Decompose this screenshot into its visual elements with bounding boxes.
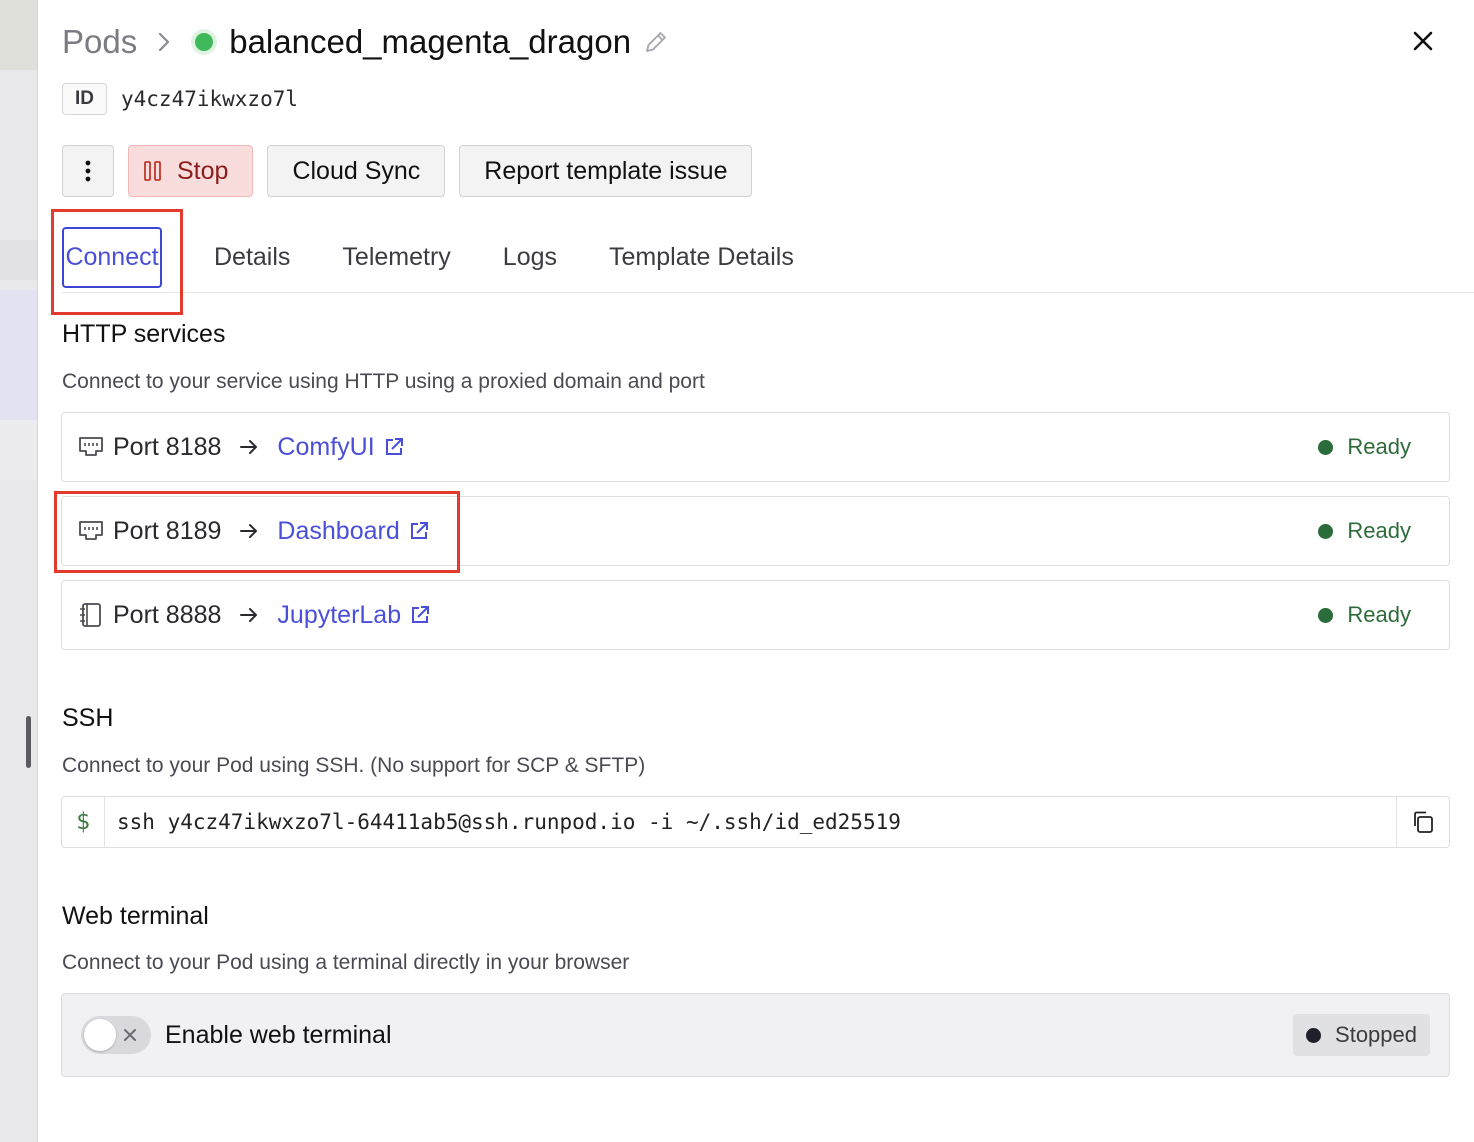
service-port: Port 8189 xyxy=(113,516,222,545)
pencil-icon[interactable] xyxy=(643,29,669,55)
http-service-row: Port 8189 Dashboard Ready xyxy=(61,496,1450,566)
external-link-icon xyxy=(410,522,428,539)
stop-label: Stop xyxy=(177,156,229,185)
arrow-right-icon xyxy=(239,522,259,540)
pod-detail-panel: Pods balanced_magenta_dragon ID y4cz47ik… xyxy=(38,0,1474,1142)
background-strip xyxy=(0,290,37,420)
http-services-description: Connect to your service using HTTP using… xyxy=(62,370,705,393)
web-terminal-box: Enable web terminal Stopped xyxy=(61,993,1450,1077)
ssh-description: Connect to your Pod using SSH. (No suppo… xyxy=(62,754,646,777)
shell-prompt: $ xyxy=(62,797,105,847)
ssh-title: SSH xyxy=(62,704,114,732)
service-link-dashboard[interactable]: Dashboard xyxy=(277,517,429,546)
chevron-right-icon xyxy=(157,31,171,53)
service-status-label: Ready xyxy=(1347,518,1411,543)
http-service-row: Port 8888 JupyterLab Ready xyxy=(61,580,1450,650)
cloud-sync-button[interactable]: Cloud Sync xyxy=(267,145,446,197)
action-bar: Stop Cloud Sync Report template issue xyxy=(62,145,753,197)
ready-status-dot xyxy=(1318,523,1334,539)
service-port: Port 8888 xyxy=(113,600,222,629)
ssh-command-box: $ ssh y4cz47ikwxzo7l-64411ab5@ssh.runpod… xyxy=(61,796,1450,848)
background-scrollbar[interactable] xyxy=(26,716,31,768)
service-status-label: Ready xyxy=(1347,434,1411,459)
background-strip xyxy=(0,420,37,480)
service-link-label: JupyterLab xyxy=(277,600,402,629)
vertical-dots-icon xyxy=(85,160,91,182)
service-status: Ready xyxy=(1318,434,1411,460)
tab-connect[interactable]: Connect xyxy=(62,226,162,288)
http-services-title: HTTP services xyxy=(62,320,226,348)
pod-id-value: y4cz47ikwxzo7l xyxy=(121,87,299,111)
ssh-command[interactable]: ssh y4cz47ikwxzo7l-64411ab5@ssh.runpod.i… xyxy=(117,810,1396,834)
more-options-button[interactable] xyxy=(62,145,114,197)
service-link-comfyui[interactable]: ComfyUI xyxy=(277,433,404,462)
id-badge: ID xyxy=(62,83,107,115)
breadcrumb: Pods balanced_magenta_dragon xyxy=(62,22,669,62)
notebook-icon xyxy=(77,601,105,629)
web-terminal-description: Connect to your Pod using a terminal dir… xyxy=(62,951,630,974)
toggle-knob xyxy=(84,1019,116,1051)
running-status-icon xyxy=(191,29,218,55)
ready-status-dot xyxy=(1318,607,1334,623)
tab-telemetry[interactable]: Telemetry xyxy=(342,243,450,272)
http-service-row: Port 8188 ComfyUI Ready xyxy=(61,412,1450,482)
service-status: Ready xyxy=(1318,602,1411,628)
web-terminal-status-label: Stopped xyxy=(1335,1022,1417,1047)
breadcrumb-pods-link[interactable]: Pods xyxy=(62,23,137,61)
pod-name: balanced_magenta_dragon xyxy=(229,23,632,60)
tab-details[interactable]: Details xyxy=(214,243,290,272)
stopped-status-dot xyxy=(1306,1027,1322,1043)
service-link-jupyterlab[interactable]: JupyterLab xyxy=(277,601,431,630)
report-template-issue-button[interactable]: Report template issue xyxy=(459,145,753,197)
arrow-right-icon xyxy=(239,606,259,624)
stop-button[interactable]: Stop xyxy=(128,145,254,197)
tab-template-details[interactable]: Template Details xyxy=(609,243,794,272)
external-link-icon xyxy=(412,606,430,623)
pod-id-row: ID y4cz47ikwxzo7l xyxy=(62,83,298,115)
background-strip xyxy=(0,240,37,280)
close-icon xyxy=(120,1023,142,1052)
tab-logs[interactable]: Logs xyxy=(503,243,557,272)
service-port: Port 8188 xyxy=(113,432,222,461)
service-link-label: ComfyUI xyxy=(277,432,375,461)
close-icon[interactable] xyxy=(1408,26,1438,56)
web-terminal-toggle[interactable] xyxy=(81,1016,151,1054)
background-app xyxy=(0,0,38,1142)
service-status: Ready xyxy=(1318,518,1411,544)
web-terminal-title: Web terminal xyxy=(62,902,209,930)
web-terminal-toggle-label: Enable web terminal xyxy=(165,1020,392,1049)
tab-bar: Connect Details Telemetry Logs Template … xyxy=(62,222,1474,293)
background-strip xyxy=(0,0,37,70)
web-terminal-status-badge: Stopped xyxy=(1293,1014,1430,1056)
service-link-label: Dashboard xyxy=(277,516,400,545)
service-status-label: Ready xyxy=(1347,602,1411,627)
ethernet-port-icon xyxy=(77,519,105,543)
external-link-icon xyxy=(385,438,403,455)
arrow-right-icon xyxy=(239,438,259,456)
ready-status-dot xyxy=(1318,439,1334,455)
copy-icon[interactable] xyxy=(1396,797,1449,847)
pause-icon xyxy=(144,161,161,181)
ethernet-port-icon xyxy=(77,435,105,459)
